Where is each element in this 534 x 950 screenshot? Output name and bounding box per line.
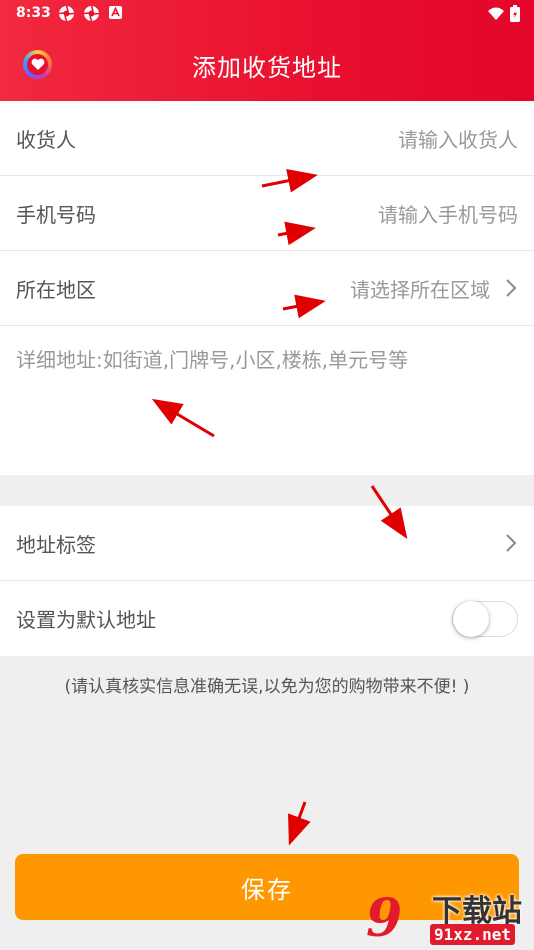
- arrow-mark: [282, 294, 326, 319]
- annotation-arrows: [151, 168, 408, 846]
- watermark-logo: 9: [366, 888, 403, 949]
- arrow-mark: [277, 221, 316, 246]
- site-watermark: 9 下载站 91xz.net: [362, 884, 534, 950]
- arrow-mark: [288, 801, 311, 846]
- watermark-domain: 91xz.net: [430, 924, 516, 945]
- arrow-mark: [151, 398, 215, 438]
- arrow-mark: [370, 485, 408, 539]
- arrow-mark: [261, 168, 318, 193]
